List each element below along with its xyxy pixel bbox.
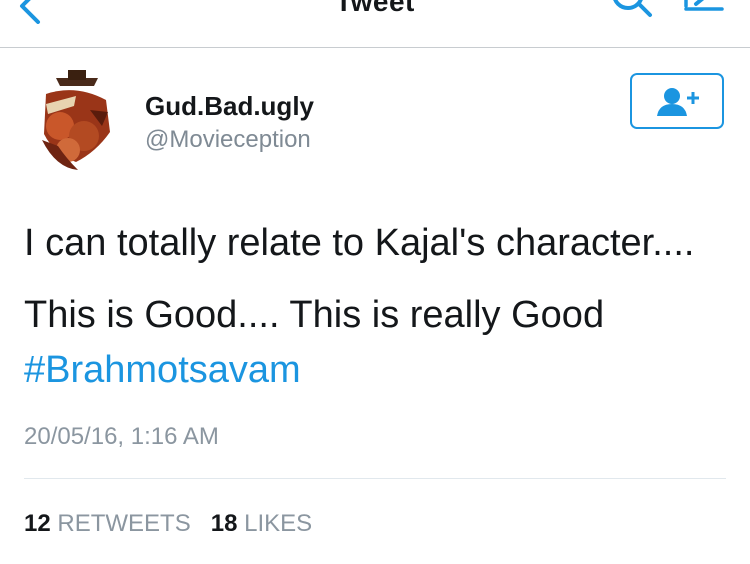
retweets-label[interactable]: RETWEETS: [57, 510, 190, 537]
compose-icon[interactable]: [682, 0, 732, 29]
author-display-name[interactable]: Gud.Bad.ugly: [145, 91, 314, 122]
tweet-timestamp: 20/05/16, 1:16 AM: [24, 423, 219, 450]
likes-count[interactable]: 18: [211, 510, 238, 537]
retweets-count[interactable]: 12: [24, 510, 51, 537]
follow-button[interactable]: [630, 73, 724, 129]
navigation-bar: Tweet: [0, 0, 750, 48]
tweet-stats: 12 RETWEETS 18 LIKES: [24, 510, 312, 538]
likes-label[interactable]: LIKES: [244, 510, 312, 537]
divider: [24, 478, 726, 479]
avatar[interactable]: [36, 70, 118, 174]
search-icon[interactable]: [608, 0, 658, 29]
author-handle[interactable]: @Movieception: [145, 126, 311, 154]
tweet-text-line: This is Good.... This is really Good: [24, 294, 605, 336]
hashtag-link[interactable]: #Brahmotsavam: [24, 349, 301, 392]
add-user-icon: [657, 88, 699, 116]
tweet-text-line: I can totally relate to Kajal's characte…: [24, 222, 695, 264]
